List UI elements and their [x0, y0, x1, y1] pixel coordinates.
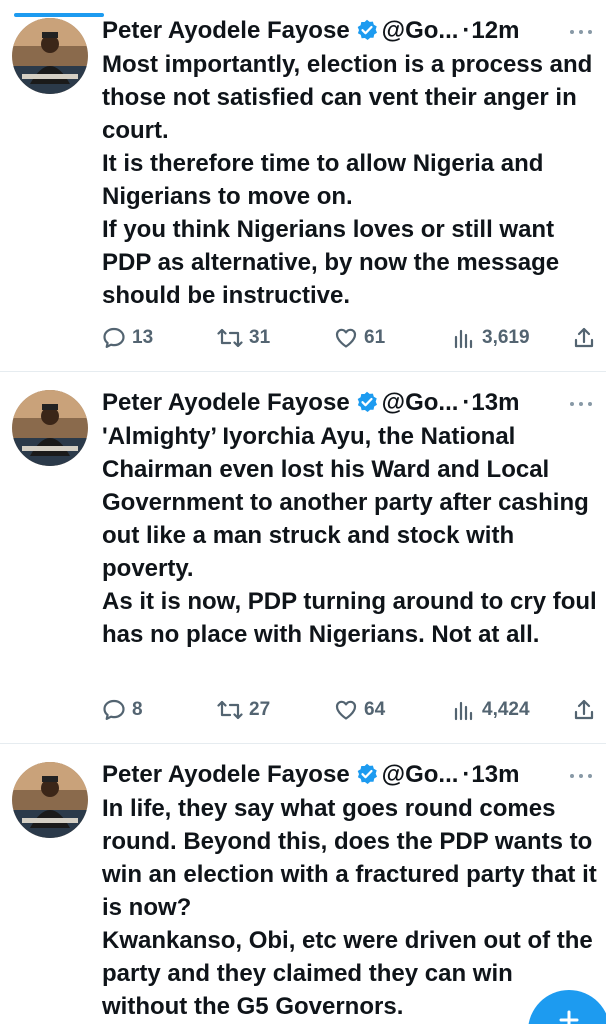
more-options-icon[interactable] [566, 766, 596, 786]
like-count: 61 [364, 327, 386, 348]
tweet-text: Most importantly, election is a process … [102, 48, 598, 312]
views-button[interactable]: 4,424 [452, 694, 530, 726]
like-icon [335, 700, 357, 720]
verified-badge-icon [357, 763, 377, 784]
retweet-button[interactable]: 27 [217, 694, 270, 726]
timeline-feed: Peter Ayodele Fayose @Go... ·12m Most impo… [0, 0, 606, 1024]
more-options-icon[interactable] [566, 22, 596, 42]
tweet[interactable]: Peter Ayodele Fayose @Go... ·12m Most impo… [0, 0, 606, 372]
views-count: 4,424 [482, 699, 530, 720]
reply-icon [103, 699, 125, 720]
retweet-count: 31 [249, 327, 271, 348]
reply-button[interactable]: 13 [102, 322, 153, 354]
reply-count: 13 [132, 327, 154, 348]
retweet-icon [217, 700, 243, 720]
tweet-text: In life, they say what goes round comes … [102, 792, 598, 1023]
author-handle[interactable]: @Go... [382, 761, 459, 788]
retweet-button[interactable]: 31 [217, 322, 270, 354]
reply-button[interactable]: 8 [102, 694, 143, 726]
timestamp[interactable]: 12m [471, 17, 519, 44]
author-handle[interactable]: @Go... [382, 389, 459, 416]
tweet-actions: 8 27 64 4,424 [102, 694, 598, 726]
share-button[interactable] [572, 322, 596, 354]
author-name[interactable]: Peter Ayodele Fayose [102, 389, 350, 416]
author-handle[interactable]: @Go... [382, 17, 459, 44]
separator-dot: · [462, 389, 471, 416]
tweet-paragraph: It is therefore time to allow Nigeria an… [102, 150, 544, 210]
share-icon [574, 699, 594, 720]
more-options-icon[interactable] [566, 394, 596, 414]
tweet[interactable]: Peter Ayodele Fayose @Go... ·13m 'Almighty… [0, 372, 606, 744]
tweet[interactable]: Peter Ayodele Fayose @Go... ·13m In life, … [0, 744, 606, 1024]
verified-badge-icon [357, 391, 377, 412]
reply-count: 8 [132, 699, 143, 720]
tweet-header: Peter Ayodele Fayose @Go... ·13m [102, 760, 606, 790]
tweet-paragraph: As it is now, PDP turning around to cry … [102, 588, 597, 648]
timestamp[interactable]: 13m [471, 389, 519, 416]
avatar[interactable] [12, 390, 88, 466]
author-name[interactable]: Peter Ayodele Fayose [102, 17, 350, 44]
avatar[interactable] [12, 762, 88, 838]
reply-icon [103, 327, 125, 348]
tweet-paragraph: In life, they say what goes round comes … [102, 795, 597, 921]
share-icon [574, 327, 594, 348]
views-count: 3,619 [482, 327, 530, 348]
tweet-actions: 13 31 61 3,619 [102, 322, 598, 354]
timestamp[interactable]: 13m [471, 761, 519, 788]
views-button[interactable]: 3,619 [452, 322, 530, 354]
tweet-paragraph: 'Almighty’ Iyorchia Ayu, the National Ch… [102, 423, 589, 582]
avatar[interactable] [12, 18, 88, 94]
tweet-paragraph: If you think Nigerians loves or still wa… [102, 216, 560, 309]
tweet-header: Peter Ayodele Fayose @Go... ·13m [102, 388, 606, 418]
compose-icon [559, 1010, 579, 1024]
tweet-paragraph: Kwankanso, Obi, etc were driven out of t… [102, 927, 593, 1020]
retweet-count: 27 [249, 699, 271, 720]
separator-dot: · [462, 17, 471, 44]
retweet-icon [217, 328, 243, 348]
tweet-paragraph: Most importantly, election is a process … [102, 51, 593, 144]
tweet-header: Peter Ayodele Fayose @Go... ·12m [102, 16, 606, 46]
share-button[interactable] [572, 694, 596, 726]
verified-badge-icon [357, 19, 377, 40]
author-name[interactable]: Peter Ayodele Fayose [102, 761, 350, 788]
tweet-text: 'Almighty’ Iyorchia Ayu, the National Ch… [102, 420, 598, 651]
separator-dot: · [462, 761, 471, 788]
like-icon [335, 328, 357, 348]
compose-button[interactable] [528, 990, 606, 1024]
like-button[interactable]: 61 [334, 322, 385, 354]
like-count: 64 [364, 699, 386, 720]
like-button[interactable]: 64 [334, 694, 385, 726]
views-icon [454, 329, 473, 349]
views-icon [454, 701, 473, 721]
